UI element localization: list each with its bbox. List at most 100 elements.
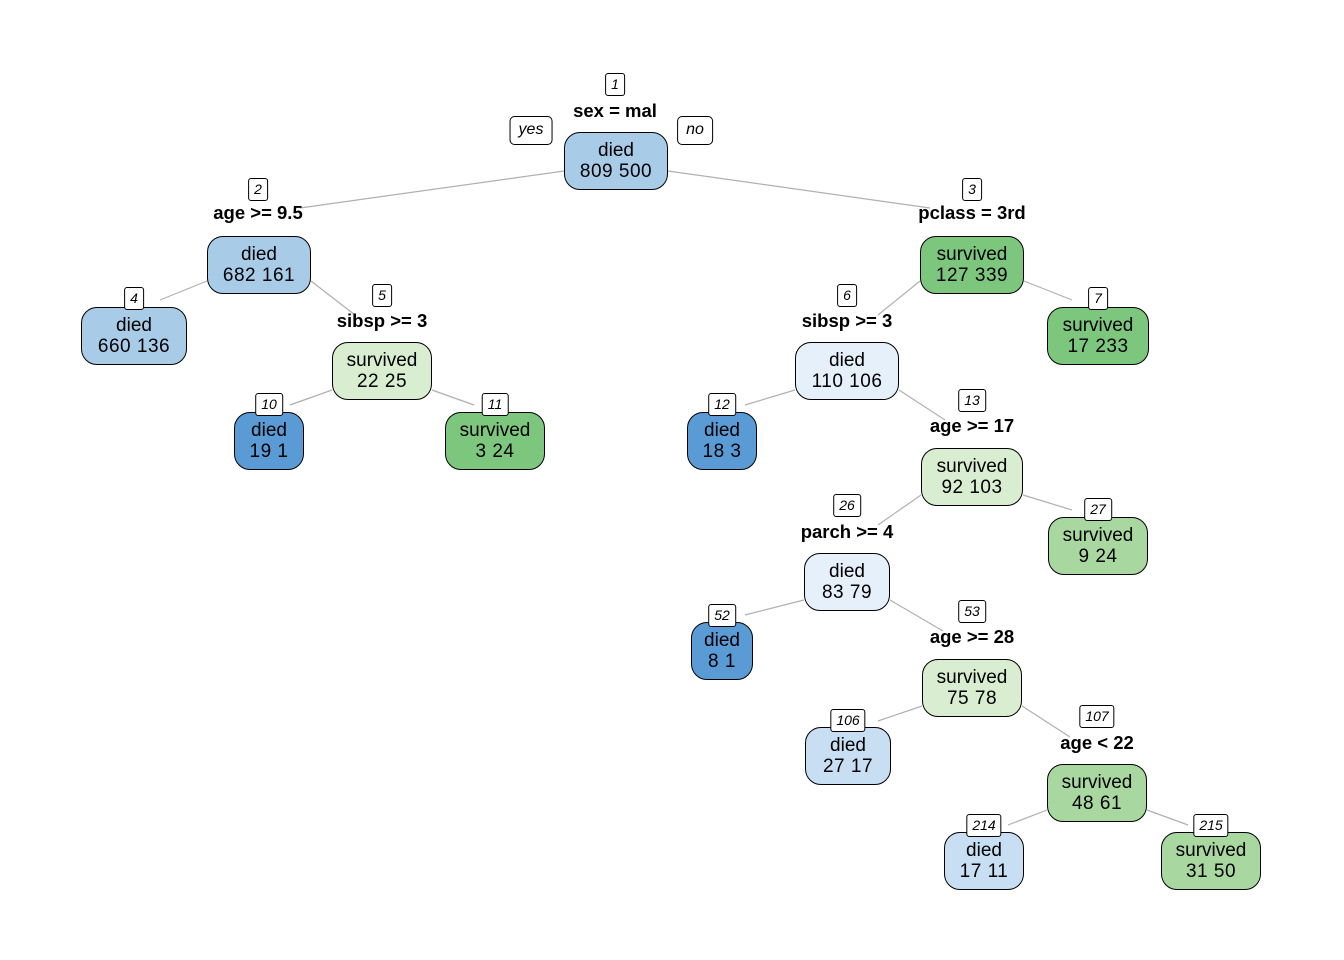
node-counts: 682 161: [222, 265, 296, 286]
node-counts: 19 1: [249, 441, 289, 462]
tree-node-1[interactable]: died 809 500: [564, 132, 668, 190]
tree-edge: [1146, 809, 1189, 826]
tree-node-12[interactable]: died 18 3: [687, 412, 757, 470]
branch-label-yes: yes: [509, 116, 553, 145]
node-number-2: 2: [248, 178, 268, 201]
node-class-label: died: [829, 349, 865, 371]
tree-edge: [1007, 809, 1048, 826]
split-condition-3: pclass = 3rd: [918, 202, 1026, 223]
split-condition-5: sibsp >= 3: [336, 310, 428, 331]
node-counts: 17 11: [959, 861, 1009, 882]
split-condition-1: sex = mal: [573, 100, 657, 121]
tree-node-106[interactable]: died 27 17: [805, 727, 891, 785]
node-number-4: 4: [124, 287, 144, 310]
tree-node-5[interactable]: survived 22 25: [332, 342, 432, 400]
node-number-1: 1: [605, 73, 625, 96]
node-class-label: survived: [936, 666, 1008, 688]
node-class-label: survived: [1062, 524, 1134, 546]
node-class-label: survived: [936, 455, 1008, 477]
node-class-label: survived: [1175, 839, 1247, 861]
node-number-52: 52: [708, 604, 736, 627]
node-class-label: survived: [346, 349, 418, 371]
tree-node-52[interactable]: died 8 1: [691, 622, 753, 680]
tree-node-53[interactable]: survived 75 78: [922, 659, 1022, 717]
node-counts: 809 500: [579, 161, 653, 182]
node-number-7: 7: [1088, 287, 1108, 310]
node-class-label: died: [251, 419, 287, 441]
node-counts: 9 24: [1078, 546, 1118, 567]
node-number-215: 215: [1193, 814, 1229, 837]
node-class-label: died: [704, 629, 740, 651]
tree-edge: [1022, 494, 1073, 511]
node-counts: 110 106: [811, 371, 883, 392]
tree-edge: [431, 389, 475, 406]
node-counts: 92 103: [941, 477, 1003, 498]
tree-node-10[interactable]: died 19 1: [234, 412, 304, 470]
tree-node-215[interactable]: survived 31 50: [1161, 832, 1261, 890]
tree-node-11[interactable]: survived 3 24: [445, 412, 545, 470]
node-counts: 3 24: [475, 441, 515, 462]
node-class-label: died: [704, 419, 740, 441]
tree-node-27[interactable]: survived 9 24: [1048, 517, 1148, 575]
node-counts: 17 233: [1067, 336, 1129, 357]
node-class-label: survived: [936, 243, 1008, 265]
node-class-label: survived: [459, 419, 531, 441]
node-number-27: 27: [1084, 498, 1112, 521]
node-number-26: 26: [833, 494, 861, 517]
node-counts: 48 61: [1071, 793, 1123, 814]
node-number-13: 13: [958, 389, 986, 412]
tree-edge: [667, 170, 931, 209]
tree-edge: [299, 170, 565, 209]
decision-tree-diagram: sex = mal died 809 500 1 age >= 9.5 died 682 1…: [0, 0, 1344, 960]
node-class-label: survived: [1062, 314, 1134, 336]
node-counts: 83 79: [821, 582, 873, 603]
node-number-106: 106: [830, 709, 866, 732]
tree-node-7[interactable]: survived 17 233: [1047, 307, 1149, 365]
tree-node-3[interactable]: survived 127 339: [920, 236, 1024, 294]
tree-edge: [289, 389, 333, 406]
tree-edge: [1023, 280, 1073, 301]
node-number-6: 6: [837, 284, 857, 307]
node-class-label: died: [830, 734, 866, 756]
split-condition-2: age >= 9.5: [213, 202, 303, 223]
node-counts: 660 136: [97, 336, 171, 357]
tree-node-2[interactable]: died 682 161: [207, 236, 311, 294]
branch-label-no: no: [677, 116, 713, 145]
node-number-107: 107: [1079, 705, 1115, 728]
tree-node-26[interactable]: died 83 79: [804, 553, 890, 611]
node-counts: 22 25: [356, 371, 408, 392]
node-counts: 31 50: [1185, 861, 1237, 882]
node-number-12: 12: [708, 393, 736, 416]
node-counts: 18 3: [702, 441, 742, 462]
tree-node-13[interactable]: survived 92 103: [921, 448, 1023, 506]
tree-node-6[interactable]: died 110 106: [795, 342, 899, 400]
node-counts: 27 17: [822, 756, 874, 777]
node-counts: 8 1: [708, 651, 736, 672]
node-counts: 75 78: [946, 688, 998, 709]
tree-node-214[interactable]: died 17 11: [944, 832, 1024, 890]
split-condition-53: age >= 28: [929, 626, 1015, 647]
node-number-214: 214: [966, 814, 1002, 837]
tree-node-107[interactable]: survived 48 61: [1047, 764, 1147, 822]
node-number-5: 5: [372, 284, 392, 307]
tree-edge: [744, 599, 805, 616]
tree-edge: [877, 705, 923, 722]
node-number-11: 11: [481, 393, 509, 416]
node-counts: 127 339: [935, 265, 1009, 286]
node-class-label: died: [598, 139, 634, 161]
split-condition-13: age >= 17: [929, 415, 1015, 436]
node-class-label: died: [966, 839, 1002, 861]
node-class-label: died: [829, 560, 865, 582]
tree-edge: [159, 280, 208, 301]
tree-node-4[interactable]: died 660 136: [81, 307, 187, 365]
node-number-3: 3: [962, 178, 982, 201]
node-number-10: 10: [255, 393, 283, 416]
node-class-label: survived: [1061, 771, 1133, 793]
tree-edge: [744, 389, 796, 406]
node-class-label: died: [116, 314, 152, 336]
node-number-53: 53: [958, 600, 986, 623]
split-condition-6: sibsp >= 3: [801, 310, 893, 331]
node-class-label: died: [241, 243, 277, 265]
split-condition-26: parch >= 4: [800, 521, 894, 542]
split-condition-107: age < 22: [1060, 732, 1134, 753]
